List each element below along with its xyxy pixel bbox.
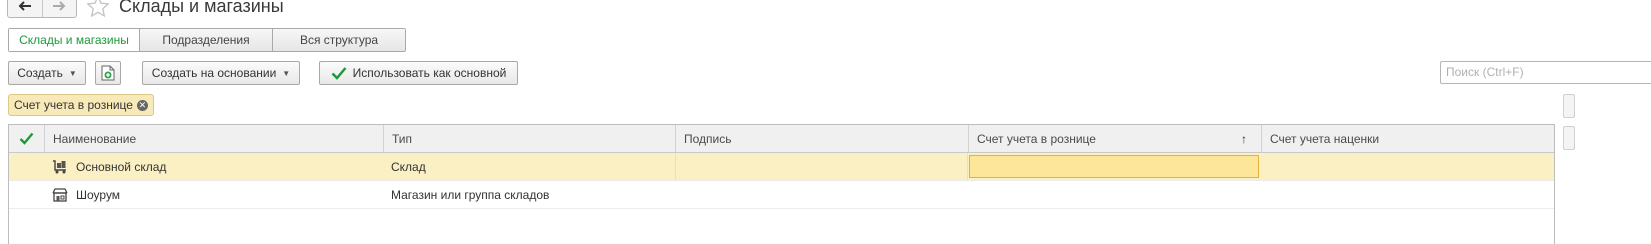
copy-item-button[interactable]	[95, 61, 121, 85]
name-text: Основной склад	[76, 159, 167, 174]
page-title: Склады и магазины	[119, 0, 284, 16]
table-row[interactable]: Шоурум Магазин или группа складов	[9, 181, 1554, 209]
use-as-main-button[interactable]: Использовать как основной	[319, 61, 518, 85]
row-mark-cell[interactable]	[9, 181, 44, 208]
arrow-left-icon	[18, 1, 31, 11]
chevron-down-icon: ▼	[68, 68, 77, 78]
tab-whole-structure[interactable]: Вся структура	[272, 29, 405, 51]
table-header: Наименование Тип Подпись Счет учета в ро…	[9, 125, 1554, 153]
add-document-icon	[101, 65, 115, 81]
mark-column-header[interactable]	[9, 125, 44, 152]
filter-chip[interactable]: Счет учета в рознице ✕	[8, 94, 154, 116]
create-based-on-button[interactable]: Создать на основании ▼	[142, 61, 300, 85]
column-header-signature[interactable]: Подпись	[675, 125, 968, 152]
create-button-label: Создать	[17, 66, 63, 80]
type-cell[interactable]: Магазин или группа складов	[383, 181, 675, 208]
column-header-type[interactable]: Тип	[383, 125, 675, 152]
checkmark-icon	[19, 132, 34, 145]
tab-departments[interactable]: Подразделения	[139, 29, 272, 51]
create-based-on-label: Создать на основании	[151, 66, 277, 80]
create-button[interactable]: Создать ▼	[8, 61, 86, 85]
section-tabs: Склады и магазины Подразделения Вся стру…	[8, 28, 406, 52]
checkmark-icon	[331, 67, 347, 80]
type-cell[interactable]: Склад	[383, 153, 675, 180]
markup-account-cell[interactable]	[1261, 153, 1554, 180]
name-text: Шоурум	[76, 187, 121, 202]
tab-warehouses-stores[interactable]: Склады и магазины	[9, 29, 139, 51]
nav-buttons	[7, 0, 77, 18]
favorite-star-icon[interactable]	[86, 0, 110, 20]
forward-button[interactable]	[41, 0, 77, 17]
column-header-retail-account[interactable]: Счет учета в рознице ↑	[968, 125, 1261, 152]
back-button[interactable]	[8, 0, 42, 17]
table-row[interactable]: Основной склад Склад	[9, 153, 1554, 181]
search-input[interactable]: Поиск (Ctrl+F)	[1440, 61, 1651, 84]
column-header-retail-account-label: Счет учета в рознице	[977, 131, 1096, 146]
side-panel-handle[interactable]	[1563, 126, 1575, 150]
row-mark-cell[interactable]	[9, 153, 44, 180]
arrow-right-icon	[53, 1, 66, 11]
signature-cell[interactable]	[675, 181, 968, 208]
focused-cell-highlight[interactable]	[969, 155, 1259, 178]
retail-account-cell[interactable]	[968, 153, 1261, 180]
warehouse-cart-icon	[52, 159, 68, 174]
markup-account-cell[interactable]	[1261, 181, 1554, 208]
chevron-down-icon: ▼	[282, 68, 291, 78]
signature-cell[interactable]	[675, 153, 968, 180]
use-as-main-label: Использовать как основной	[352, 66, 507, 80]
sort-ascending-icon: ↑	[1241, 131, 1247, 146]
data-table: Наименование Тип Подпись Счет учета в ро…	[8, 124, 1555, 244]
name-cell[interactable]: Шоурум	[44, 181, 383, 208]
close-icon[interactable]: ✕	[136, 99, 148, 111]
column-header-markup-account[interactable]: Счет учета наценки	[1261, 125, 1554, 152]
name-cell[interactable]: Основной склад	[44, 153, 383, 180]
side-panel-handle[interactable]	[1563, 94, 1575, 118]
retail-account-cell[interactable]	[968, 181, 1261, 208]
filter-chip-label: Счет учета в рознице	[14, 98, 133, 112]
store-icon	[52, 187, 68, 202]
column-header-name[interactable]: Наименование	[44, 125, 383, 152]
